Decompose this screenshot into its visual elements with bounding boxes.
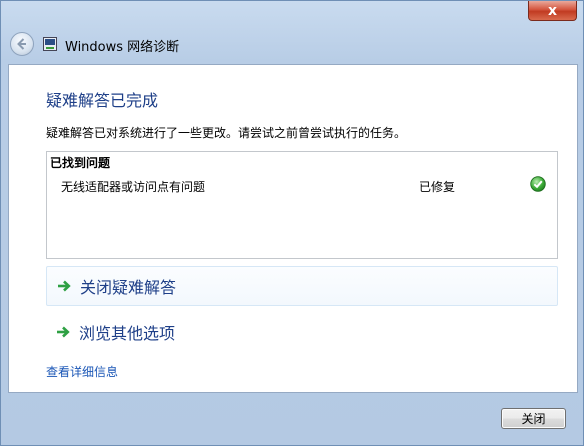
view-details-link[interactable]: 查看详细信息 (46, 363, 118, 380)
green-arrow-icon (58, 280, 71, 292)
content-panel: 疑难解答已完成 疑难解答已对系统进行了一些更改。请尝试之前曾尝试执行的任务。 已… (8, 64, 578, 393)
found-problems-title: 已找到问题 (50, 156, 111, 170)
back-button[interactable] (10, 32, 34, 56)
dialog-window: x Windows 网络诊断 疑难解答已完成 疑难解答已对系统进行了一些更改。请… (0, 0, 584, 446)
close-troubleshooter-label: 关闭疑难解答 (80, 278, 177, 297)
close-icon: x (547, 2, 558, 19)
green-arrow-icon (57, 326, 70, 338)
explore-other-options-label: 浏览其他选项 (79, 324, 176, 343)
green-check-icon (530, 176, 546, 192)
network-diagnostics-icon (43, 37, 57, 51)
close-troubleshooter-option[interactable]: 关闭疑难解答 (46, 266, 558, 306)
explore-other-options[interactable]: 浏览其他选项 (46, 312, 558, 352)
description-text: 疑难解答已对系统进行了一些更改。请尝试之前曾尝试执行的任务。 (46, 126, 407, 140)
close-button[interactable]: 关闭 (501, 408, 566, 429)
problem-name: 无线适配器或访问点有问题 (61, 180, 206, 194)
found-problems-box: 已找到问题 无线适配器或访问点有问题 已修复 (46, 151, 558, 259)
problem-status: 已修复 (419, 180, 456, 194)
page-title: 疑难解答已完成 (46, 91, 159, 110)
back-arrow-icon (17, 38, 26, 50)
window-close-button[interactable]: x (528, 1, 577, 21)
window-title: Windows 网络诊断 (65, 40, 180, 55)
